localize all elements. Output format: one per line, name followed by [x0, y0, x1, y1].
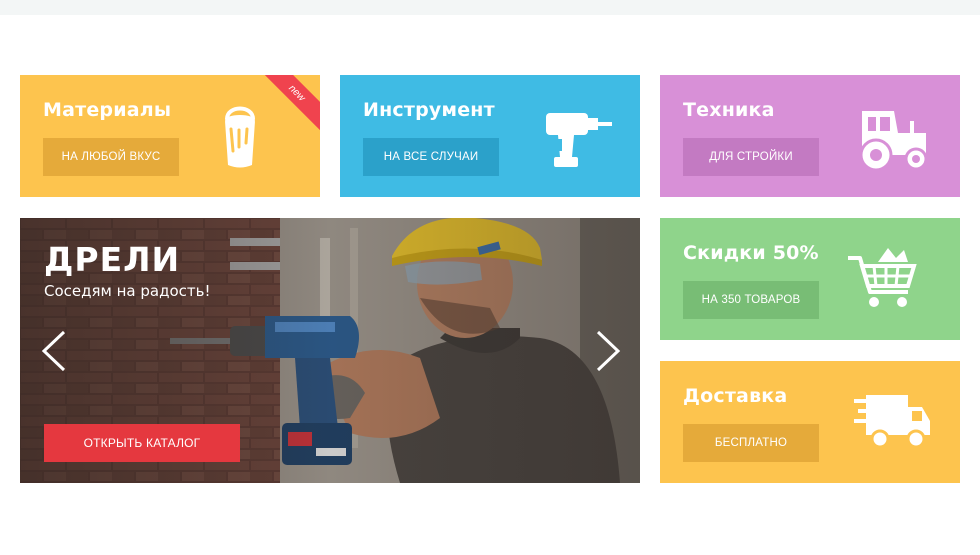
tile-button-machinery[interactable]: для стройки [683, 138, 819, 176]
hero-title: ДРЕЛИ [44, 240, 181, 279]
tile-button-materials[interactable]: на любой вкус [43, 138, 179, 176]
tile-title: Техника [683, 99, 775, 121]
shopping-cart-icon [848, 248, 917, 307]
chevron-right-icon[interactable] [594, 330, 622, 372]
tile-title: Материалы [43, 99, 172, 121]
top-strip [0, 0, 980, 15]
hero-slider[interactable]: ДРЕЛИ Соседям на радость! открыть катало… [20, 218, 640, 483]
open-catalog-button[interactable]: открыть каталог [44, 424, 240, 462]
tile-button-discount[interactable]: на 350 товаров [683, 281, 819, 319]
category-tile-delivery[interactable]: Доставка бесплатно [660, 361, 960, 483]
tile-button-tools[interactable]: на все случаи [363, 138, 499, 176]
drill-icon [546, 113, 612, 167]
hero-subtitle: Соседям на радость! [44, 282, 211, 300]
tile-button-delivery[interactable]: бесплатно [683, 424, 819, 462]
delivery-truck-icon [854, 395, 930, 449]
category-tile-machinery[interactable]: Техника для стройки [660, 75, 960, 197]
tile-title: Инструмент [363, 99, 495, 121]
category-tile-discount[interactable]: Скидки 50% на 350 товаров [660, 218, 960, 340]
paint-bucket-icon [225, 106, 255, 168]
tile-title: Скидки 50% [683, 242, 819, 264]
chevron-left-icon[interactable] [40, 330, 68, 372]
category-tile-materials[interactable]: Материалы на любой вкус new [20, 75, 320, 197]
tile-title: Доставка [683, 385, 788, 407]
category-tile-tools[interactable]: Инструмент на все случаи [340, 75, 640, 197]
tractor-icon [859, 111, 928, 171]
